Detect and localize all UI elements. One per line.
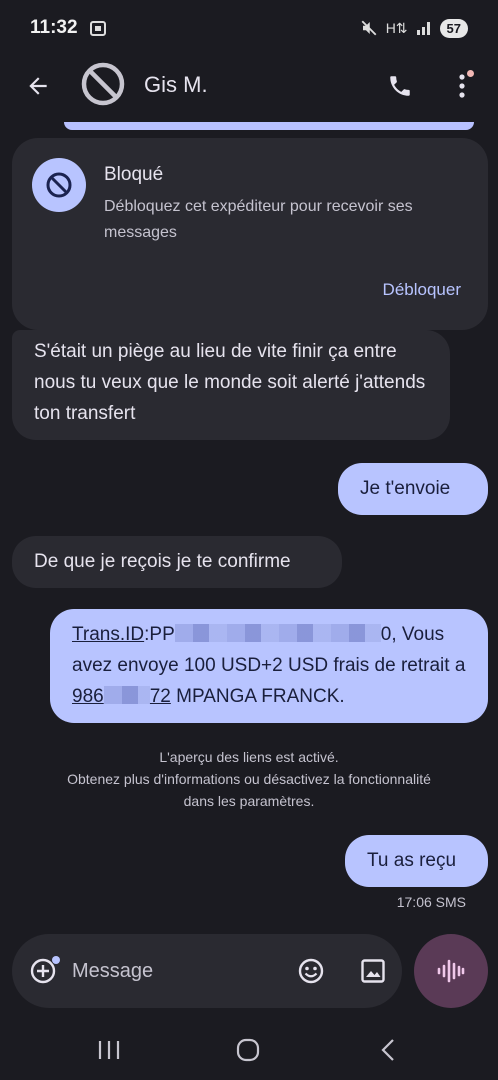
message-input[interactable]	[72, 952, 272, 990]
app-bar: Gis M.	[0, 56, 498, 116]
message-bubble-outgoing[interactable]: Je t'envoie	[338, 463, 488, 515]
blocked-title: Bloqué	[104, 164, 164, 185]
blocked-avatar-icon[interactable]	[80, 61, 126, 107]
voice-record-button[interactable]	[414, 934, 488, 1008]
message-bubble-incoming[interactable]: S'était un piège au lieu de vite finir ç…	[12, 330, 450, 440]
more-vert-icon	[459, 74, 465, 98]
blocked-icon	[32, 158, 86, 212]
battery-icon: 57	[439, 18, 468, 38]
status-icons: H⇅ 57	[360, 18, 468, 38]
screenshot-icon	[89, 20, 106, 36]
nav-back-icon[interactable]	[378, 1038, 398, 1062]
blocked-card: Bloqué Débloquez cet expéditeur pour rec…	[12, 138, 488, 330]
status-bar: 11:32 H⇅ 57	[0, 0, 498, 56]
contact-name[interactable]: Gis M.	[144, 72, 208, 98]
redacted-area	[174, 624, 381, 642]
link-preview-note[interactable]: L'aperçu des liens est activé. Obtenez p…	[0, 746, 498, 812]
message-bubble-outgoing[interactable]: Tu as reçu	[345, 835, 488, 887]
signal-icon	[416, 22, 430, 35]
more-options-button[interactable]	[446, 68, 478, 104]
back-arrow-icon	[29, 77, 47, 95]
back-button[interactable]	[20, 68, 56, 104]
data-icon: H⇅	[385, 19, 408, 36]
message-text: MPANGA FRANCK.	[170, 686, 345, 707]
message-text: :PP	[144, 624, 175, 645]
voice-waveform-icon	[437, 959, 465, 983]
recents-icon[interactable]	[97, 1040, 121, 1060]
unblock-button[interactable]: Débloquer	[383, 280, 461, 300]
phone-number-link[interactable]: 986 72	[72, 686, 171, 707]
phone-icon	[390, 76, 410, 96]
notification-dot	[467, 70, 474, 77]
gallery-icon[interactable]	[358, 956, 388, 986]
mute-icon	[361, 20, 377, 36]
blocked-description: Débloquez cet expéditeur pour recevoir s…	[104, 198, 413, 241]
compose-bar	[12, 934, 402, 1008]
redacted-area	[103, 686, 150, 704]
status-time: 11:32	[30, 17, 78, 38]
system-nav-bar	[0, 1020, 498, 1080]
previous-message-edge	[64, 122, 474, 130]
emoji-icon[interactable]	[296, 956, 326, 986]
call-button[interactable]	[382, 68, 418, 104]
message-timestamp: 17:06 SMS	[396, 894, 466, 910]
message-bubble-outgoing[interactable]: Trans.ID:PP 0, Vous avez envoye 100 USD+2…	[50, 609, 488, 723]
message-bubble-incoming[interactable]: De que je reçois je te confirme	[12, 536, 342, 588]
trans-id-link[interactable]: Trans.ID	[72, 624, 144, 645]
add-badge-dot	[52, 956, 60, 964]
home-icon[interactable]	[236, 1038, 260, 1062]
